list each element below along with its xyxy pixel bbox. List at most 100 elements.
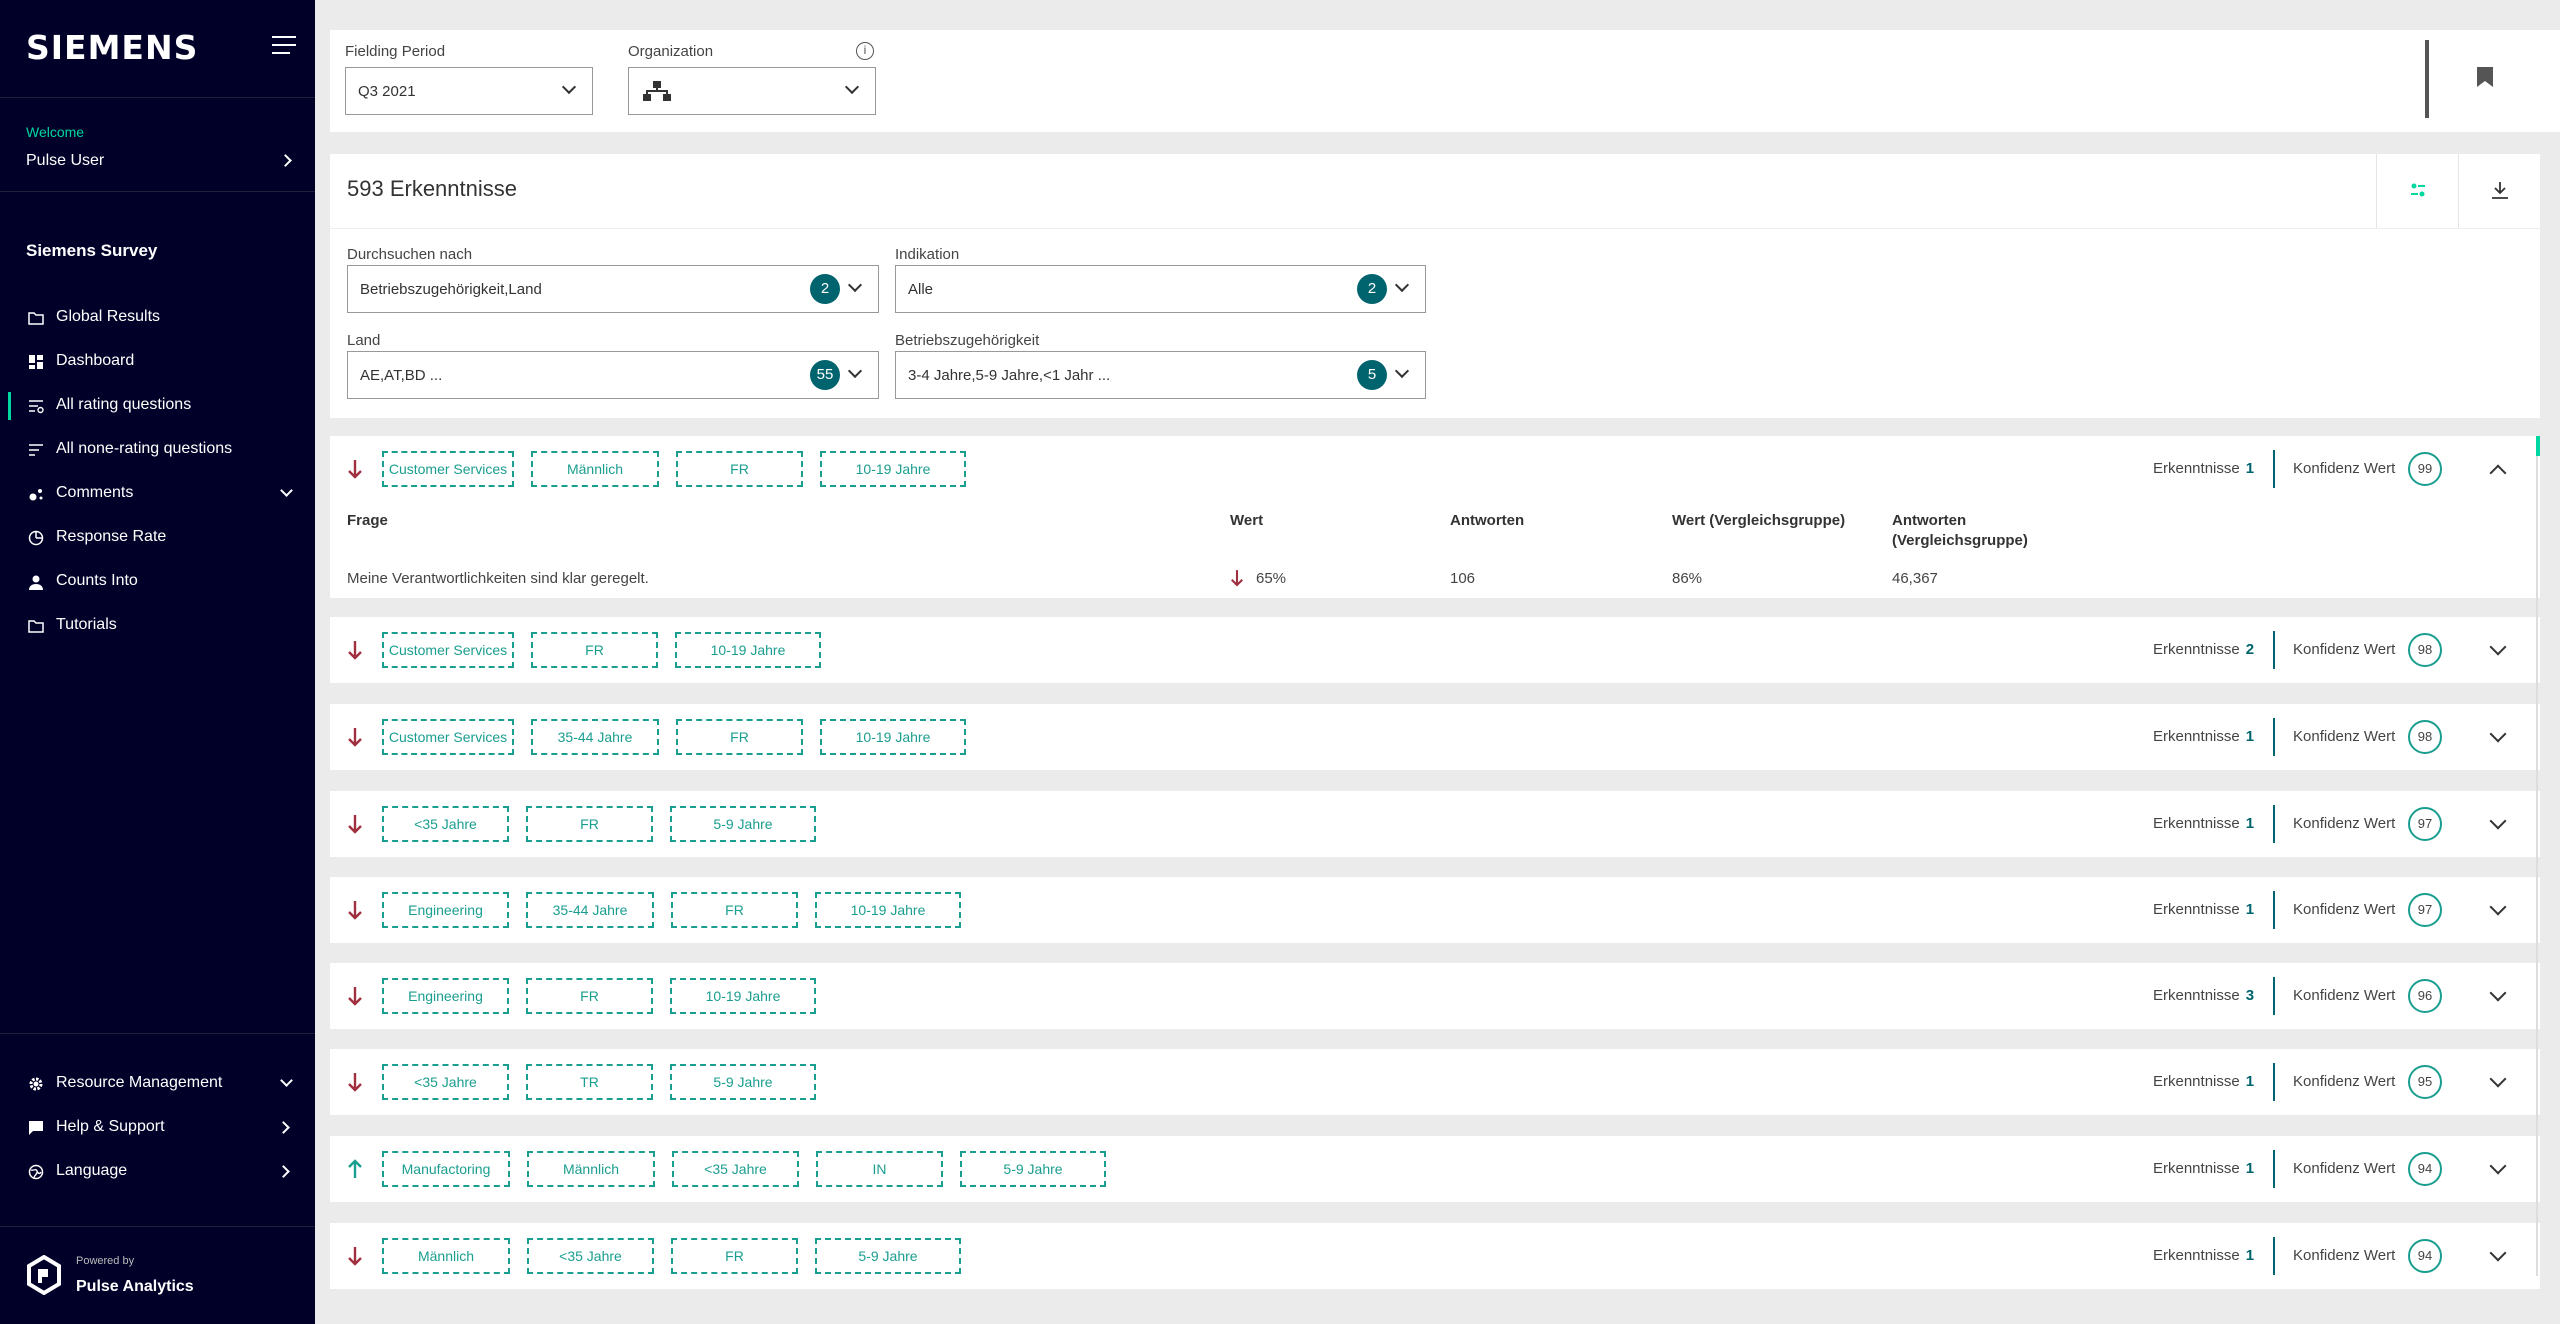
nav-global-results[interactable]: Global Results [0, 298, 315, 338]
nav-counts-into[interactable]: Counts Into [0, 562, 315, 602]
col-wert-vg-header: Wert (Vergleichsgruppe) [1672, 512, 1846, 529]
filter-tag[interactable]: FR [676, 451, 803, 487]
filter-tag[interactable]: FR [526, 806, 653, 842]
user-menu[interactable]: Welcome Pulse User [0, 98, 315, 192]
download-button[interactable] [2458, 154, 2540, 228]
erkenntnisse-count: Erkenntnisse 1 [2153, 1247, 2254, 1264]
insight-row[interactable]: Customer Services 35-44 Jahre FR 10-19 Jahr… [330, 704, 2540, 770]
filter-tag[interactable]: 5-9 Jahre [670, 1064, 816, 1100]
erkenntnisse-number: 1 [2245, 1160, 2255, 1177]
filter-tag[interactable]: FR [676, 719, 803, 755]
erkenntnisse-label: Erkenntnisse [2153, 901, 2240, 918]
chevron-down-icon [847, 277, 863, 293]
insight-row[interactable]: Manufactoring Männlich <35 Jahre IN 5-9 Jahr… [330, 1136, 2540, 1202]
filter-tag[interactable]: 5-9 Jahre [670, 806, 816, 842]
filter-tag[interactable]: Engineering [382, 978, 509, 1014]
filter-tag[interactable]: <35 Jahre [382, 806, 509, 842]
divider [2273, 631, 2275, 669]
insight-row[interactable]: Engineering FR 10-19 Jahre Erkenntnisse 3 Kon… [330, 963, 2540, 1029]
chevron-down-icon[interactable] [2489, 812, 2507, 830]
erkenntnisse-count: Erkenntnisse 1 [2153, 815, 2254, 832]
insight-row[interactable]: <35 Jahre TR 5-9 Jahre Erkenntnisse 1 Konfide… [330, 1049, 2540, 1115]
scrollbar-thumb[interactable] [2536, 436, 2540, 456]
filter-tag[interactable]: Engineering [382, 892, 509, 928]
filter-tag[interactable]: 5-9 Jahre [960, 1151, 1106, 1187]
filter-tag[interactable]: Männlich [382, 1238, 510, 1274]
land-select[interactable]: AE,AT,BD ... 55 [347, 351, 879, 399]
erkenntnisse-count: Erkenntnisse 1 [2153, 1073, 2254, 1090]
filter-tag[interactable]: Manufactoring [382, 1151, 510, 1187]
filter-tag[interactable]: FR [671, 892, 798, 928]
filter-tag[interactable]: 10-19 Jahre [675, 632, 821, 668]
insight-row[interactable]: Männlich <35 Jahre FR 5-9 Jahre Erkenntnisse… [330, 1223, 2540, 1289]
nav-resource-management[interactable]: Resource Management [0, 1064, 315, 1104]
comments-icon [29, 489, 43, 501]
filter-toggle-button[interactable] [2376, 154, 2458, 228]
filter-tag[interactable]: 10-19 Jahre [820, 451, 966, 487]
chevron-down-icon[interactable] [2489, 1157, 2507, 1175]
chevron-right-icon [279, 154, 292, 167]
filter-tag[interactable]: <35 Jahre [527, 1238, 654, 1274]
filter-tag[interactable]: Männlich [527, 1151, 655, 1187]
insight-row[interactable]: <35 Jahre FR 5-9 Jahre Erkenntnisse 1 Konfide… [330, 791, 2540, 857]
sidebar: SIEMENS Welcome Pulse User Siemens Surve… [0, 0, 315, 1324]
chevron-down-icon[interactable] [2489, 984, 2507, 1002]
filter-tag[interactable]: FR [671, 1238, 798, 1274]
filter-tag[interactable]: TR [526, 1064, 653, 1100]
filter-tag[interactable]: 10-19 Jahre [815, 892, 961, 928]
cell-wert: 65% [1256, 570, 1287, 587]
filter-tag[interactable]: IN [816, 1151, 943, 1187]
insight-row[interactable]: Engineering 35-44 Jahre FR 10-19 Jahre Erken… [330, 877, 2540, 943]
fielding-period-select[interactable]: Q3 2021 [345, 67, 593, 115]
filter-tag[interactable]: 35-44 Jahre [526, 892, 654, 928]
insight-row[interactable]: Customer Services FR 10-19 Jahre Erkenntnis… [330, 617, 2540, 683]
erkenntnisse-label: Erkenntnisse [2153, 987, 2240, 1004]
scrollbar[interactable] [2536, 436, 2538, 1276]
filter-tag[interactable]: Customer Services [382, 451, 514, 487]
chevron-down-icon[interactable] [2489, 725, 2507, 743]
filter-tag[interactable]: 35-44 Jahre [531, 719, 659, 755]
arrow-down-icon [348, 901, 362, 920]
nav-response-rate[interactable]: Response Rate [0, 518, 315, 558]
bookmark-icon[interactable] [2476, 66, 2494, 88]
filter-tag[interactable]: Customer Services [382, 719, 514, 755]
filter-tag[interactable]: <35 Jahre [672, 1151, 799, 1187]
filter-tag[interactable]: Männlich [531, 451, 659, 487]
menu-icon[interactable] [272, 36, 296, 56]
filter-tag[interactable]: FR [526, 978, 653, 1014]
filter-tag[interactable]: Customer Services [382, 632, 514, 668]
nav-help-support[interactable]: Help & Support [0, 1108, 315, 1148]
filter-tag[interactable]: 10-19 Jahre [670, 978, 816, 1014]
organization-select[interactable] [628, 67, 876, 115]
info-icon[interactable]: i [856, 42, 874, 60]
filter-tag[interactable]: 10-19 Jahre [820, 719, 966, 755]
chevron-down-icon[interactable] [2489, 898, 2507, 916]
konfidenz-score: 96 [2408, 979, 2442, 1013]
nav-none-rating-questions[interactable]: All none-rating questions [0, 430, 315, 470]
nav-label: Language [56, 1162, 128, 1179]
divider [0, 1033, 315, 1034]
chevron-down-icon[interactable] [2489, 1244, 2507, 1262]
filter-tag[interactable]: <35 Jahre [382, 1064, 509, 1100]
search-by-select[interactable]: Betriebszugehörigkeit,Land 2 [347, 265, 879, 313]
nav-dashboard[interactable]: Dashboard [0, 342, 315, 382]
nav-all-rating-questions[interactable]: All rating questions [0, 386, 315, 426]
arrow-down-icon [348, 728, 362, 747]
betriebszugehoerigkeit-select[interactable]: 3-4 Jahre,5-9 Jahre,<1 Jahr ... 5 [895, 351, 1426, 399]
nav-tutorials[interactable]: Tutorials [0, 606, 315, 646]
erkenntnisse-number: 1 [2245, 460, 2255, 477]
indikation-select[interactable]: Alle 2 [895, 265, 1426, 313]
konfidenz-label: Konfidenz Wert [2293, 815, 2396, 832]
organization-label: Organization [628, 43, 714, 60]
filter-tag[interactable]: 5-9 Jahre [815, 1238, 961, 1274]
chevron-down-icon[interactable] [2489, 1070, 2507, 1088]
search-by-value: Betriebszugehörigkeit,Land [360, 281, 542, 298]
chevron-up-icon[interactable] [2489, 464, 2507, 482]
nav-language[interactable]: Language [0, 1152, 315, 1192]
chevron-down-icon[interactable] [2489, 638, 2507, 656]
chevron-down-icon [561, 79, 577, 95]
insight-row[interactable]: Customer Services Männlich FR 10-19 Jahre Er… [330, 436, 2540, 598]
konfidenz-label: Konfidenz Wert [2293, 728, 2396, 745]
filter-tag[interactable]: FR [531, 632, 658, 668]
nav-comments[interactable]: Comments [0, 474, 315, 514]
